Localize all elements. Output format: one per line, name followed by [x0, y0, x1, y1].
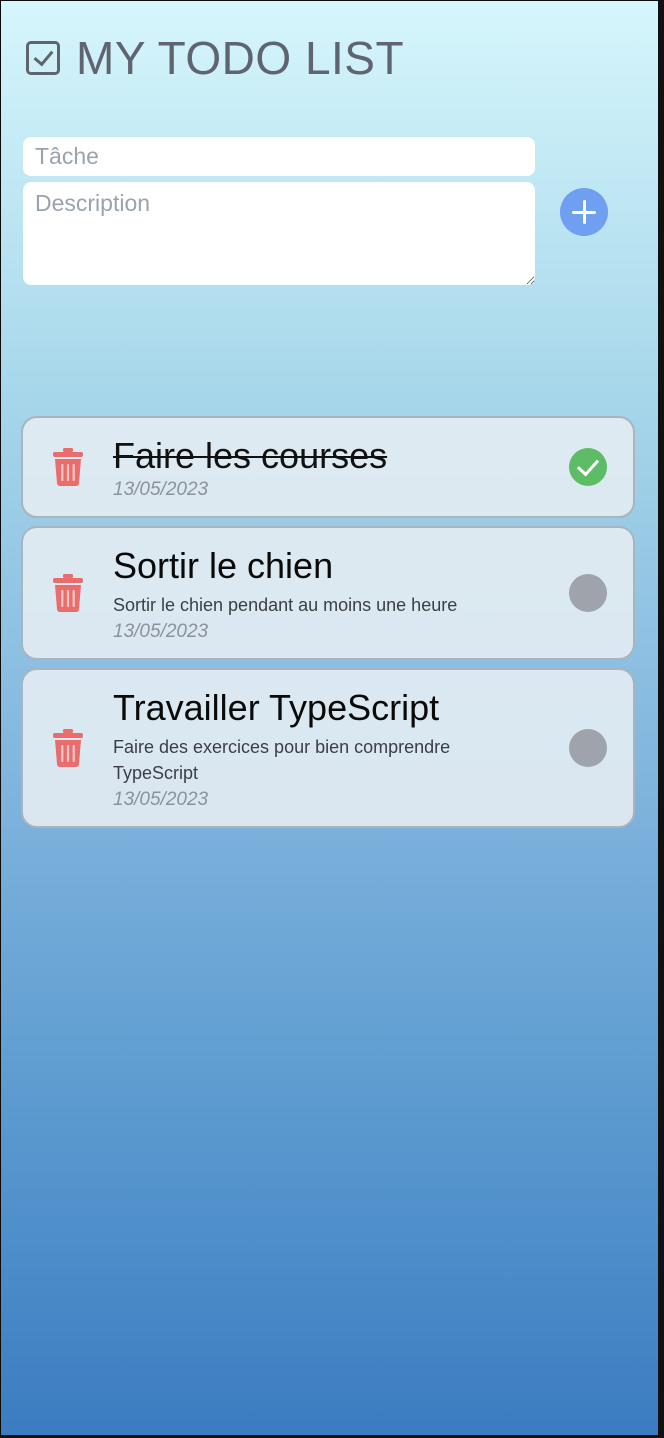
todo-title: Travailler TypeScript	[113, 687, 440, 728]
check-box-icon	[26, 41, 60, 75]
trash-icon[interactable]	[53, 574, 83, 612]
plus-icon	[572, 200, 596, 224]
todo-item: Faire les courses 13/05/2023	[21, 416, 635, 518]
done-check-icon[interactable]	[569, 448, 607, 486]
todo-date: 13/05/2023	[113, 621, 209, 642]
description-input[interactable]	[23, 182, 535, 285]
add-task-button[interactable]	[560, 188, 608, 236]
todo-date: 13/05/2023	[113, 479, 209, 500]
todo-form	[23, 137, 608, 285]
todo-title: Sortir le chien	[113, 545, 334, 586]
task-input[interactable]	[23, 137, 535, 176]
status-toggle[interactable]	[569, 729, 607, 767]
todo-description: Sortir le chien pendant au moins une heu…	[113, 595, 458, 615]
trash-icon[interactable]	[53, 729, 83, 767]
header: MY TODO LIST	[26, 31, 404, 85]
todo-item: Sortir le chien Sortir le chien pendant …	[21, 526, 635, 660]
window-edge	[658, 0, 664, 1438]
status-toggle[interactable]	[569, 574, 607, 612]
todo-date: 13/05/2023	[113, 789, 209, 810]
todo-description: Faire des exercices pour bien comprendre…	[113, 737, 451, 783]
todo-item: Travailler TypeScript Faire des exercice…	[21, 668, 635, 828]
trash-icon[interactable]	[53, 448, 83, 486]
todo-title: Faire les courses	[113, 435, 388, 476]
app-viewport: MY TODO LIST Faire les courses 13/05/202…	[1, 1, 658, 1435]
todo-list: Faire les courses 13/05/2023 Sortir le c…	[21, 416, 635, 836]
page-title: MY TODO LIST	[76, 32, 405, 84]
